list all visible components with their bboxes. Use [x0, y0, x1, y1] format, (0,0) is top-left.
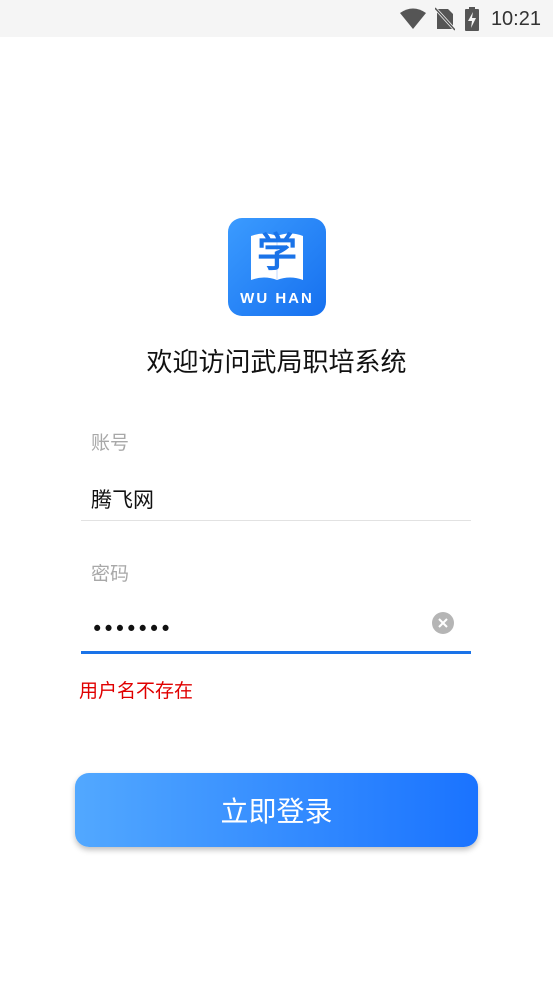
- app-logo: 学 WU HAN: [228, 218, 326, 316]
- status-time: 10:21: [490, 7, 541, 30]
- battery-charging-icon: [464, 7, 479, 31]
- password-label: 密码: [91, 563, 130, 585]
- account-label: 账号: [91, 432, 130, 454]
- welcome-title: 欢迎访问武局职培系统: [146, 348, 407, 378]
- close-icon: [438, 618, 448, 628]
- login-button[interactable]: 立即登录: [75, 773, 478, 847]
- error-message: 用户名不存在: [79, 680, 194, 702]
- logo-text: WU HAN: [240, 290, 314, 307]
- status-icons: 10:21: [399, 6, 541, 32]
- password-underline: [81, 651, 471, 654]
- status-bar: 10:21: [0, 0, 553, 37]
- account-field[interactable]: 腾飞网: [91, 485, 154, 515]
- password-field[interactable]: •••••••: [91, 614, 172, 644]
- no-sim-icon: [434, 7, 455, 31]
- wifi-icon: [399, 8, 427, 30]
- account-underline: [81, 520, 471, 521]
- logo-glyph: 学: [257, 229, 297, 276]
- login-button-label: 立即登录: [220, 795, 333, 828]
- clear-password-button[interactable]: [432, 612, 454, 634]
